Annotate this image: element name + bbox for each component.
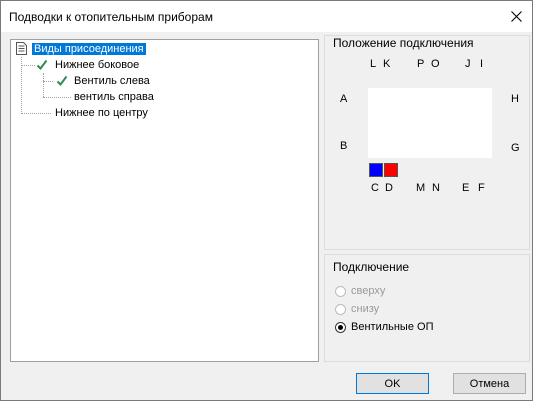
position-label-c: C (371, 182, 379, 194)
position-label-o: O (431, 58, 440, 70)
radio-label: сверху (351, 285, 386, 297)
close-button[interactable] (500, 1, 532, 32)
document-icon (16, 42, 27, 55)
position-label-n: N (432, 182, 440, 194)
tree-item-bottom-center[interactable]: Нижнее по центру (55, 106, 148, 121)
tree-item-label: Вентиль слева (74, 75, 150, 87)
position-label-i: I (480, 58, 484, 70)
supply-swatch-blue (369, 163, 383, 177)
title-bar: Подводки к отопительным приборам (1, 1, 532, 32)
tree-item-label: Нижнее по центру (55, 107, 148, 119)
radio-from-bottom[interactable]: снизу (335, 301, 379, 317)
tree-item-label: Виды присоединения (32, 43, 146, 55)
tree-item-valve-right[interactable]: вентиль справа (74, 90, 154, 105)
position-label-a: A (340, 93, 348, 105)
close-icon (510, 11, 522, 22)
position-label-g: G (511, 142, 520, 154)
radio-from-top[interactable]: сверху (335, 283, 385, 299)
group-title: Положение подключения (333, 36, 474, 50)
connection-types-tree[interactable]: Виды присоединения Нижнее боковое Вентил… (10, 39, 319, 362)
tree-item-label: вентиль справа (74, 91, 154, 103)
check-icon (36, 59, 48, 71)
radio-label: снизу (351, 303, 380, 315)
position-label-h: H (511, 93, 519, 105)
tree-item-valve-left[interactable]: Вентиль слева (74, 74, 150, 89)
tree-item-label: Нижнее боковое (55, 59, 140, 71)
connection-position-group: Положение подключения L K P O J I A H B … (324, 35, 530, 250)
position-label-j: J (465, 58, 471, 70)
radio-circle[interactable] (335, 303, 346, 315)
position-label-m: M (416, 182, 426, 194)
position-label-l: L (370, 58, 377, 70)
connection-group: Подключение сверху снизу Вентильные ОП (324, 254, 530, 362)
radiator-diagram (368, 88, 492, 158)
radio-valve-op[interactable]: Вентильные ОП (335, 319, 433, 335)
return-swatch-red (384, 163, 398, 177)
position-label-b: B (340, 140, 348, 152)
radio-circle[interactable] (335, 321, 346, 333)
radio-label: Вентильные ОП (351, 321, 434, 333)
ok-button[interactable]: OK (356, 373, 429, 394)
dialog-window: Подводки к отопительным приборам Виды пр… (0, 0, 533, 401)
position-label-f: F (478, 182, 485, 194)
tree-item-bottom-side[interactable]: Нижнее боковое (55, 58, 139, 73)
position-label-k: K (383, 58, 391, 70)
position-label-e: E (462, 182, 470, 194)
position-label-p: P (417, 58, 425, 70)
check-icon (56, 75, 68, 87)
tree-item-root[interactable]: Виды присоединения (32, 42, 146, 57)
group-title: Подключение (333, 260, 410, 274)
position-label-d: D (385, 182, 393, 194)
radio-circle[interactable] (335, 285, 346, 297)
cancel-button[interactable]: Отмена (453, 373, 526, 394)
window-title: Подводки к отопительным приборам (9, 10, 213, 24)
